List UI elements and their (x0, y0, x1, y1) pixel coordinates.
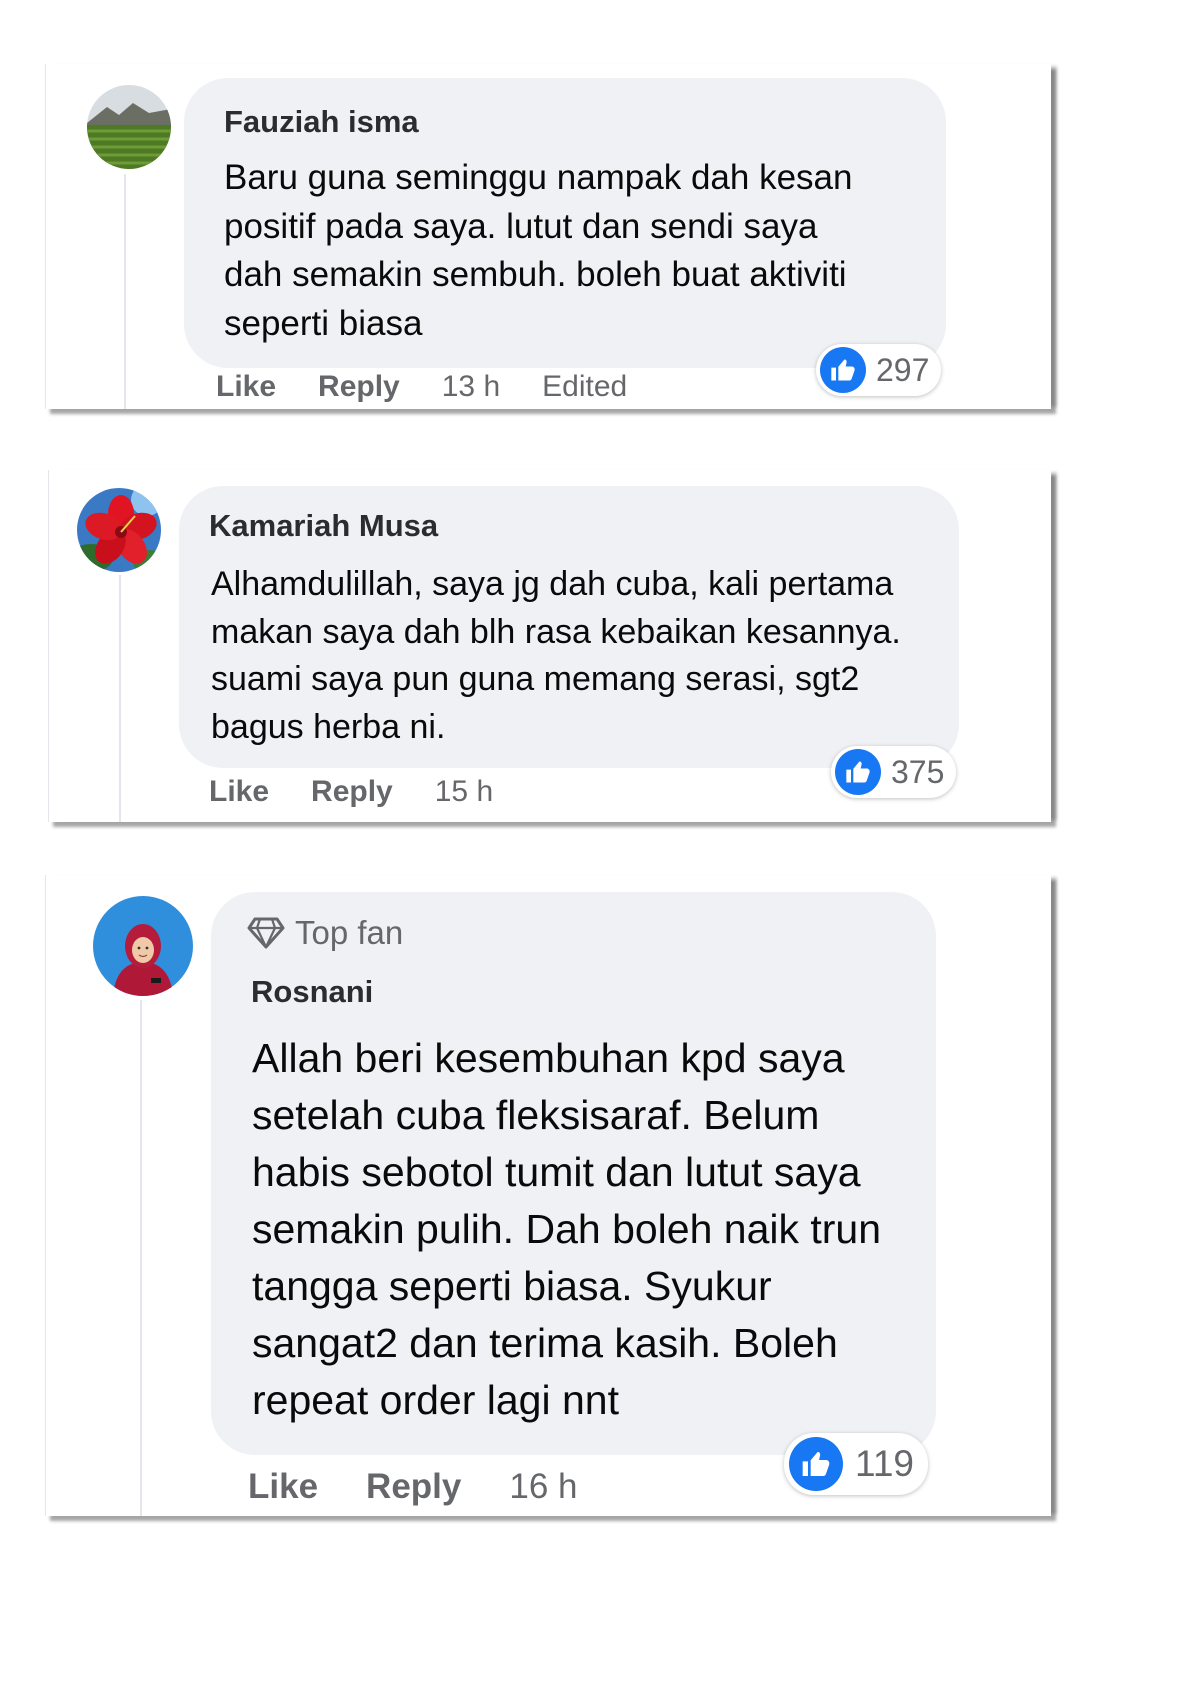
comment-card: Top fan Rosnani Allah beri kesembuhan kp… (45, 875, 1051, 1516)
reaction-number: 297 (876, 351, 930, 388)
comment-text: Alhamdulillah, saya jg dah cuba, kali pe… (211, 565, 901, 746)
comment-bubble: Top fan Rosnani Allah beri kesembuhan kp… (211, 892, 936, 1455)
thread-line (124, 174, 126, 409)
reaction-count[interactable]: 375 (831, 746, 957, 798)
top-fan-badge: Top fan (247, 914, 403, 952)
like-button[interactable]: Like (216, 370, 276, 404)
reaction-number: 119 (855, 1443, 914, 1484)
reply-button[interactable]: Reply (311, 775, 393, 809)
edited-label: Edited (542, 370, 628, 403)
top-fan-label: Top fan (295, 914, 404, 951)
comment-card: Kamariah Musa Alhamdulillah, saya jg dah… (48, 470, 1051, 822)
comment-bubble: Fauziah isma Baru guna seminggu nampak d… (184, 78, 946, 368)
commenter-name[interactable]: Rosnani (251, 974, 373, 1010)
reply-button[interactable]: Reply (318, 370, 400, 404)
field-landscape-avatar[interactable] (87, 85, 171, 169)
comment-time[interactable]: 13 h (442, 370, 500, 404)
comment-bubble: Kamariah Musa Alhamdulillah, saya jg dah… (179, 486, 959, 768)
like-button[interactable]: Like (248, 1467, 318, 1507)
commenter-name[interactable]: Kamariah Musa (209, 508, 438, 544)
woman-hijab-avatar[interactable] (93, 896, 193, 996)
diamond-icon (247, 917, 285, 949)
comment-card: Fauziah isma Baru guna seminggu nampak d… (45, 64, 1051, 409)
reaction-number: 375 (891, 753, 945, 790)
comment-actions: Like Reply 15 h (209, 775, 493, 809)
comment-actions: Like Reply 13 h Edited (216, 370, 627, 404)
comment-time[interactable]: 16 h (509, 1467, 577, 1507)
commenter-name[interactable]: Fauziah isma (224, 104, 419, 140)
reaction-count[interactable]: 297 (816, 344, 942, 396)
thread-line (140, 1000, 142, 1516)
like-button[interactable]: Like (209, 775, 269, 809)
reply-button[interactable]: Reply (366, 1467, 461, 1507)
hibiscus-flower-avatar[interactable] (77, 488, 161, 572)
comment-time[interactable]: 15 h (435, 775, 493, 809)
thumbs-up-icon (835, 749, 881, 795)
comment-text: Allah beri kesembuhan kpd saya setelah c… (252, 1035, 882, 1423)
comment-actions: Like Reply 16 h (248, 1467, 577, 1507)
thumbs-up-icon (820, 347, 866, 393)
thumbs-up-icon (789, 1437, 843, 1491)
reaction-count[interactable]: 119 (784, 1433, 928, 1495)
comment-text: Baru guna seminggu nampak dah kesan posi… (224, 158, 853, 343)
thread-line (119, 575, 121, 822)
